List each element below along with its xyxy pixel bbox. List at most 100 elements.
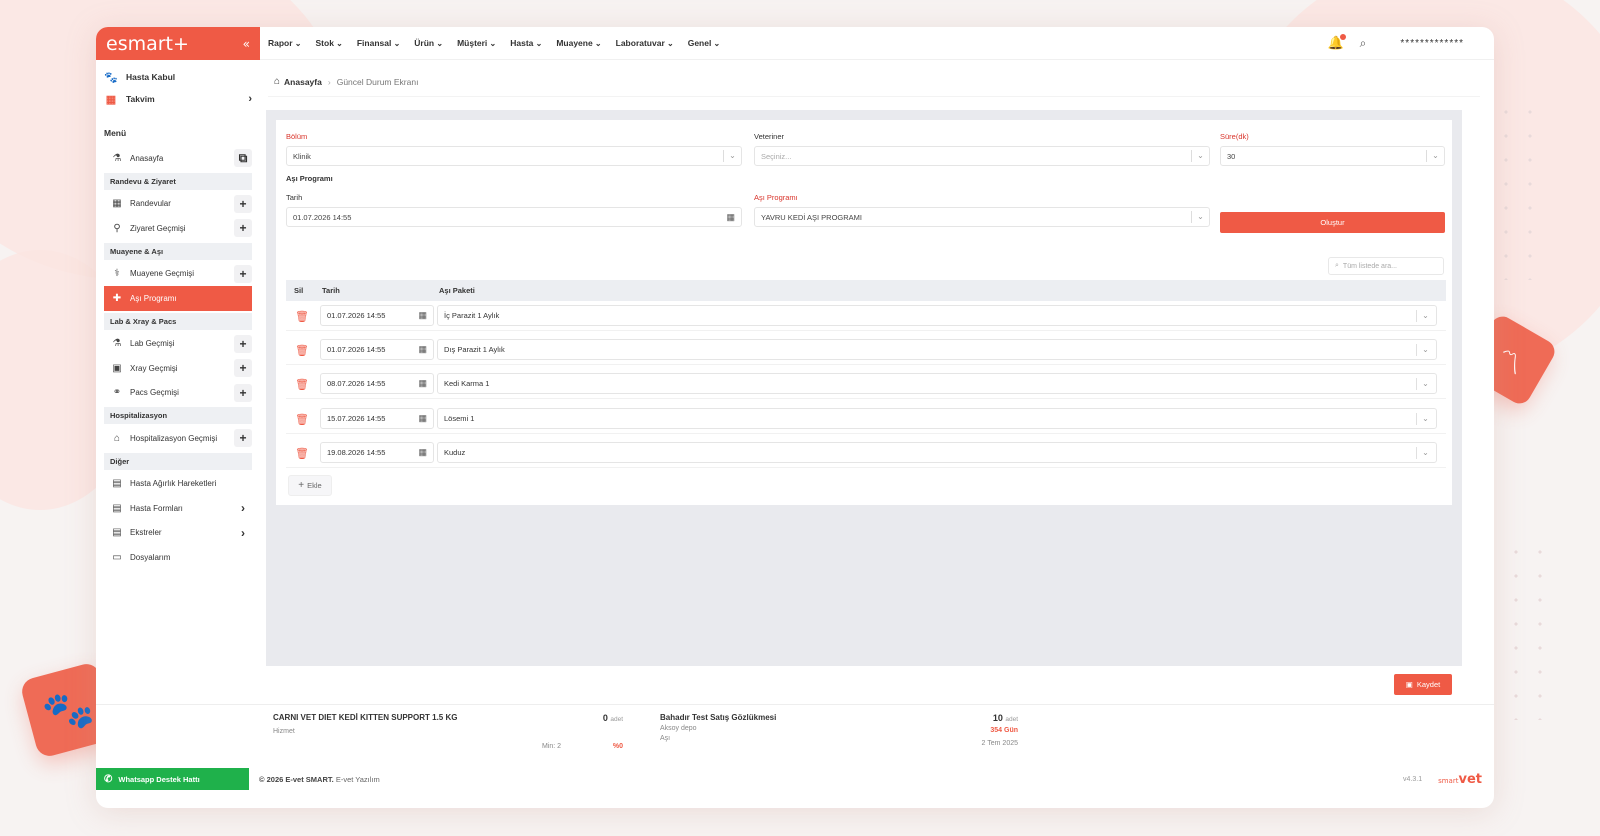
stock-qty: 0 xyxy=(602,713,608,723)
top-navigation: Rapor Stok Finansal Ürün Müşteri Hasta M… xyxy=(260,27,1494,60)
tarih-input[interactable]: 01.07.2026 14:55 ▦ xyxy=(286,207,742,227)
row-package-select[interactable]: Kedi Karma 1 ⌄ xyxy=(437,373,1437,394)
collapse-sidebar-icon[interactable]: « xyxy=(243,37,250,51)
quick-link-takvim[interactable]: ▦ Takvim › xyxy=(104,88,252,110)
trash-icon[interactable]: 🗑 xyxy=(294,374,310,394)
calendar-icon[interactable]: ▦ xyxy=(418,413,427,424)
table-row: 🗑 08.07.2026 14:55 ▦ Kedi Karma 1 ⌄ xyxy=(286,370,1446,399)
nav-muayene[interactable]: Muayene xyxy=(556,38,601,48)
whatsapp-support-button[interactable]: ✆ Whatsapp Destek Hattı xyxy=(96,768,249,790)
sidebar-item-muayene[interactable]: ⚕ Muayene Geçmişi + xyxy=(104,262,252,287)
row-date-input[interactable]: 01.07.2026 14:55 ▦ xyxy=(320,339,434,360)
chevron-down-icon: ⌄ xyxy=(723,150,741,162)
header-delete: Sil xyxy=(294,286,304,295)
nav-hasta[interactable]: Hasta xyxy=(510,38,542,48)
user-name[interactable]: ************* xyxy=(1400,38,1464,49)
trash-icon[interactable]: 🗑 xyxy=(294,340,310,360)
calendar-icon: ▦ xyxy=(112,198,122,210)
add-icon[interactable]: + xyxy=(234,359,252,378)
logo-text: esmart+ xyxy=(106,32,189,55)
row-package-select[interactable]: Kuduz ⌄ xyxy=(437,442,1437,463)
veteriner-label: Veteriner xyxy=(754,132,785,141)
stock-item[interactable]: CARNI VET DIET KEDİ KITTEN SUPPORT 1.5 K… xyxy=(273,713,623,750)
nav-rapor[interactable]: Rapor xyxy=(268,38,302,48)
calendar-icon[interactable]: ▦ xyxy=(418,344,427,355)
table-search-input[interactable]: ⌕ Tüm listede ara... xyxy=(1328,257,1444,275)
sidebar-item-asi-programi[interactable]: ✚ Aşı Programı xyxy=(104,286,252,311)
breadcrumb-separator: › xyxy=(327,76,331,87)
calendar-icon[interactable]: ▦ xyxy=(418,378,427,389)
add-icon[interactable]: + xyxy=(234,219,252,238)
chevron-right-icon: › xyxy=(248,93,252,105)
chevron-down-icon: ⌄ xyxy=(1416,344,1434,356)
program-select[interactable]: YAVRU KEDİ AŞI PROGRAMI ⌄ xyxy=(754,207,1210,227)
nav-laboratuvar[interactable]: Laboratuvar xyxy=(616,38,674,48)
bolum-select[interactable]: Klinik ⌄ xyxy=(286,146,742,166)
row-date-input[interactable]: 15.07.2026 14:55 ▦ xyxy=(320,408,434,429)
trash-icon[interactable]: 🗑 xyxy=(294,443,310,463)
stock-name: Bahadır Test Satış Gözlükmesi xyxy=(660,713,777,722)
sidebar-item-anasayfa[interactable]: ⚗ Anasayfa ⧉ xyxy=(104,146,252,171)
nav-genel[interactable]: Genel xyxy=(688,38,721,48)
footer: ✆ Whatsapp Destek Hattı © 2026 E-vet SMAR… xyxy=(96,768,1494,790)
add-icon[interactable]: + xyxy=(234,383,252,402)
statement-icon: ▤ xyxy=(112,527,122,539)
menu-title: Menü xyxy=(104,128,127,138)
sidebar-item-hosp[interactable]: ⌂ Hospitalizasyon Geçmişi + xyxy=(104,426,252,451)
chevron-down-icon: ⌄ xyxy=(1416,413,1434,425)
add-icon[interactable]: + xyxy=(234,264,252,283)
quick-link-hasta-kabul[interactable]: 🐾 Hasta Kabul xyxy=(104,66,252,88)
section-title: Aşı Programı xyxy=(286,174,333,183)
nav-urun[interactable]: Ürün xyxy=(414,38,443,48)
chevron-down-icon: ⌄ xyxy=(1416,378,1434,390)
folder-icon: ▭ xyxy=(112,551,122,563)
trash-icon[interactable]: 🗑 xyxy=(294,409,310,429)
row-date-input[interactable]: 01.07.2026 14:55 ▦ xyxy=(320,305,434,326)
calendar-icon[interactable]: ▦ xyxy=(418,447,427,458)
sidebar-item-ziyaret[interactable]: ⚲ Ziyaret Geçmişi + xyxy=(104,216,252,241)
add-icon[interactable]: + xyxy=(234,194,252,213)
calendar-icon[interactable]: ▦ xyxy=(418,310,427,321)
vaccine-icon: ✚ xyxy=(112,292,122,304)
sidebar-item-formlar[interactable]: ▤ Hasta Formları › xyxy=(104,496,252,521)
sure-select[interactable]: 30 ⌄ xyxy=(1220,146,1445,166)
row-package-select[interactable]: Dış Parazit 1 Aylık ⌄ xyxy=(437,339,1437,360)
calendar-icon[interactable]: ▦ xyxy=(726,212,735,223)
screen-icon[interactable]: ⧉ xyxy=(234,149,252,168)
sidebar-item-agirlik[interactable]: ▤ Hasta Ağırlık Hareketleri xyxy=(104,472,252,497)
sidebar-item-xray[interactable]: ▣ Xray Geçmişi + xyxy=(104,356,252,381)
stock-qty: 10 xyxy=(992,713,1003,723)
row-date-input[interactable]: 19.08.2026 14:55 ▦ xyxy=(320,442,434,463)
add-icon[interactable]: + xyxy=(234,334,252,353)
stock-item[interactable]: Bahadır Test Satış Gözlükmesi 10 adet Ak… xyxy=(660,713,1018,747)
search-icon[interactable]: ⌕ xyxy=(1360,36,1367,51)
nav-musteri[interactable]: Müşteri xyxy=(457,38,496,48)
nav-finansal[interactable]: Finansal xyxy=(357,38,400,48)
sure-label: Süre(dk) xyxy=(1220,132,1249,141)
row-package-select[interactable]: İç Parazit 1 Aylık ⌄ xyxy=(437,305,1437,326)
sidebar-item-lab[interactable]: ⚗ Lab Geçmişi + xyxy=(104,332,252,357)
row-package-select[interactable]: Lösemi 1 ⌄ xyxy=(437,408,1437,429)
bell-icon[interactable]: 🔔 xyxy=(1327,34,1346,51)
add-icon[interactable]: + xyxy=(234,429,252,448)
calendar-icon: ▦ xyxy=(105,93,117,106)
breadcrumb-home[interactable]: Anasayfa xyxy=(284,77,322,87)
trash-icon[interactable]: 🗑 xyxy=(294,306,310,326)
home-icon[interactable]: ⌂ xyxy=(274,76,280,87)
create-button[interactable]: Oluştur xyxy=(1220,212,1445,233)
floppy-icon: ▣ xyxy=(1405,680,1413,689)
sidebar-item-dosyalar[interactable]: ▭ Dosyalarım xyxy=(104,545,252,570)
veteriner-select[interactable]: Seçiniz... ⌄ xyxy=(754,146,1210,166)
sidebar-item-pacs[interactable]: ⚭ Pacs Geçmişi + xyxy=(104,381,252,406)
company-link[interactable]: E-vet Yazılım xyxy=(336,775,380,784)
sidebar-item-randevular[interactable]: ▦ Randevular + xyxy=(104,192,252,217)
save-button[interactable]: ▣ Kaydet xyxy=(1394,674,1452,695)
add-row-button[interactable]: + Ekle xyxy=(288,475,332,496)
row-date-input[interactable]: 08.07.2026 14:55 ▦ xyxy=(320,373,434,394)
table-row: 🗑 15.07.2026 14:55 ▦ Lösemi 1 ⌄ xyxy=(286,405,1446,434)
nav-stok[interactable]: Stok xyxy=(316,38,343,48)
stock-unit: adet xyxy=(610,716,623,723)
breadcrumb-current: Güncel Durum Ekranı xyxy=(336,76,419,87)
sidebar-item-ekstreler[interactable]: ▤ Ekstreler › xyxy=(104,521,252,546)
whatsapp-icon: ✆ xyxy=(104,773,113,785)
